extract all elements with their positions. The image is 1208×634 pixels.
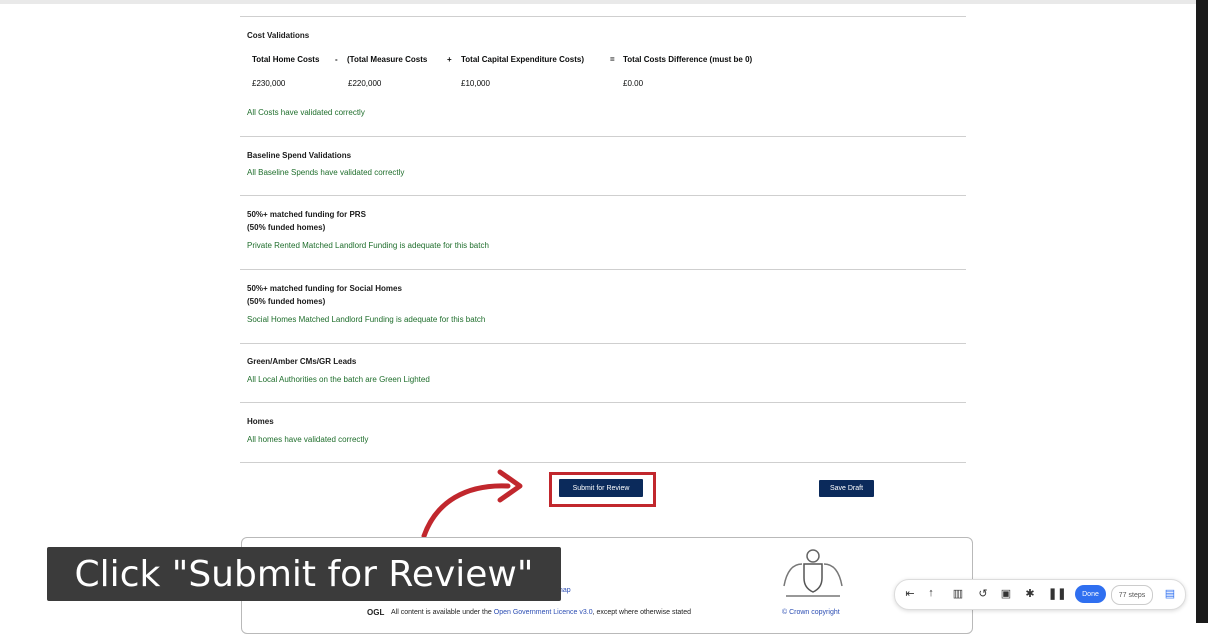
social-funding-status: Social Homes Matched Landlord Funding is… — [247, 315, 486, 324]
header-total-home-costs: Total Home Costs — [252, 55, 320, 64]
step-count-badge: 77 steps — [1111, 585, 1153, 605]
crown-copyright-link[interactable]: © Crown copyright — [782, 609, 840, 616]
prs-funding-heading: 50%+ matched funding for PRS — [247, 210, 366, 219]
skip-start-icon[interactable]: ⇤ — [903, 587, 917, 600]
divider — [240, 136, 966, 137]
divider — [240, 269, 966, 270]
baseline-spend-heading: Baseline Spend Validations — [247, 151, 352, 160]
image-icon[interactable]: ▣ — [999, 587, 1013, 600]
save-draft-button[interactable]: Save Draft — [819, 480, 874, 497]
homes-status: All homes have validated correctly — [247, 435, 369, 444]
licence-suffix: , except where otherwise stated — [592, 609, 692, 616]
window-edge — [1196, 0, 1208, 623]
prs-funding-status: Private Rented Matched Landlord Funding … — [247, 241, 489, 250]
blur-icon[interactable]: ✱ — [1023, 587, 1037, 600]
done-button[interactable]: Done — [1075, 585, 1106, 603]
prs-funding-subheading: (50% funded homes) — [247, 223, 326, 232]
value-total-measure-costs: £220,000 — [348, 79, 382, 88]
undo-icon[interactable]: ↺ — [976, 587, 990, 600]
cost-validation-status: All Costs have validated correctly — [247, 108, 365, 117]
green-amber-heading: Green/Amber CMs/GR Leads — [247, 357, 357, 366]
homes-heading: Homes — [247, 417, 274, 426]
header-capex-costs: Total Capital Expenditure Costs) — [461, 55, 584, 64]
value-total-home-costs: £230,000 — [252, 79, 286, 88]
divider — [240, 402, 966, 403]
value-total-costs-difference: £0.00 — [623, 79, 644, 88]
licence-text: All content is available under the Open … — [391, 609, 691, 616]
browser-top-strip — [0, 0, 1196, 4]
social-funding-heading: 50%+ matched funding for Social Homes — [247, 284, 402, 293]
cursor-up-icon[interactable]: ↑ — [924, 587, 938, 599]
panel-icon[interactable]: ▤ — [1163, 587, 1177, 600]
submit-for-review-button[interactable]: Submit for Review — [559, 479, 643, 497]
cost-validations-heading: Cost Validations — [247, 31, 310, 40]
licence-link[interactable]: Open Government Licence v3.0 — [494, 609, 593, 616]
ogl-logo: OGL — [367, 608, 385, 617]
header-total-costs-difference: Total Costs Difference (must be 0) — [623, 55, 753, 64]
header-plus: + — [447, 55, 452, 64]
royal-coat-of-arms-icon — [783, 549, 843, 597]
divider — [240, 16, 966, 17]
green-amber-status: All Local Authorities on the batch are G… — [247, 375, 430, 384]
social-funding-subheading: (50% funded homes) — [247, 297, 326, 306]
trash-icon[interactable]: ▥ — [951, 587, 965, 600]
header-total-measure-costs: (Total Measure Costs — [347, 55, 428, 64]
baseline-spend-status: All Baseline Spends have validated corre… — [247, 168, 405, 177]
divider — [240, 343, 966, 344]
pause-icon[interactable]: ❚❚ — [1048, 587, 1066, 600]
divider — [240, 195, 966, 196]
header-minus: - — [335, 55, 338, 64]
header-equals: = — [610, 55, 615, 64]
licence-prefix: All content is available under the — [391, 609, 492, 616]
value-capex-costs: £10,000 — [461, 79, 490, 88]
pointer-arrow-icon — [421, 469, 523, 539]
recorder-toolbar: ⇤ ↑ ▥ ↺ ▣ ✱ ❚❚ Done 77 steps ▤ — [894, 579, 1186, 610]
instruction-caption: Click "Submit for Review" — [47, 547, 561, 601]
divider — [240, 462, 966, 463]
